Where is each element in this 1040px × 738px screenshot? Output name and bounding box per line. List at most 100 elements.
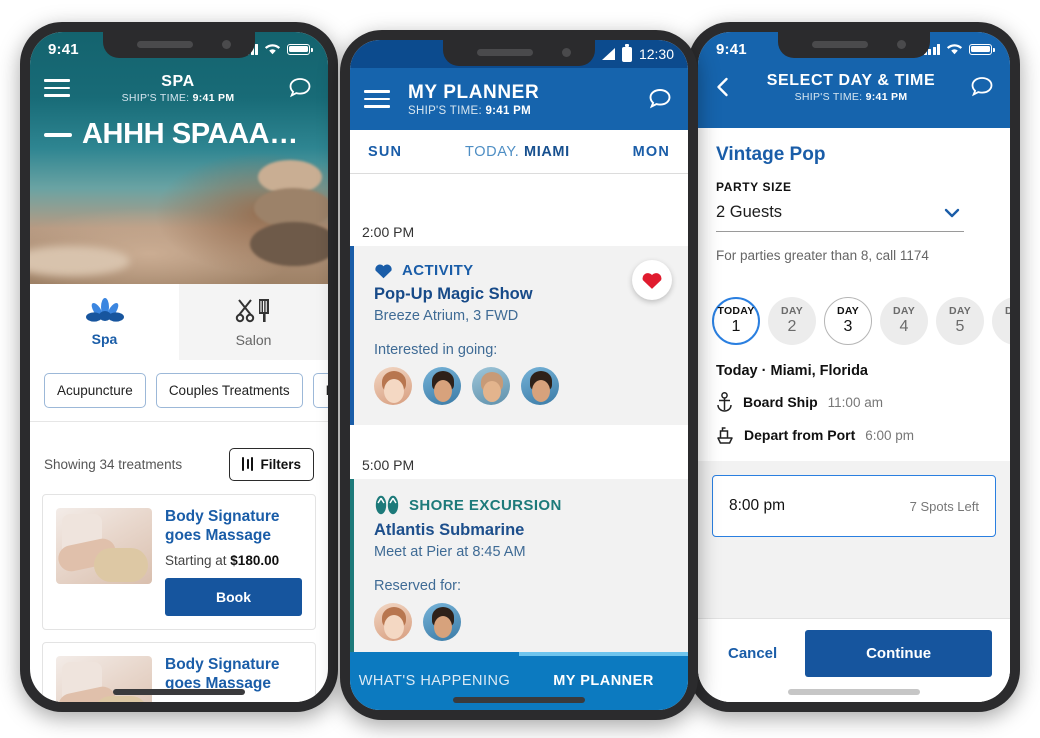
timeline-slot-time: 5:00 PM bbox=[362, 457, 415, 473]
planner-event-card[interactable]: ACTIVITY Pop-Up Magic Show Breeze Atrium… bbox=[350, 246, 688, 425]
cancel-button[interactable]: Cancel bbox=[716, 645, 789, 662]
planner-timeline[interactable]: 2:00 PM ACTIVITY Pop-Up Magic Show Breez… bbox=[350, 218, 688, 652]
chip-acupuncture[interactable]: Acupuncture bbox=[44, 373, 146, 408]
day-next[interactable]: MON bbox=[633, 144, 670, 160]
day-current-prefix: TODAY. bbox=[465, 143, 525, 160]
party-size-label: PARTY SIZE bbox=[716, 180, 792, 194]
timeline-gap bbox=[350, 425, 688, 451]
avatar[interactable] bbox=[472, 367, 510, 405]
hero-headline: AHHH SPAAA… bbox=[82, 118, 298, 150]
day-current-port: MIAMI bbox=[524, 143, 570, 160]
ships-time-label: SHIP'S TIME: bbox=[121, 91, 193, 104]
front-camera bbox=[562, 48, 571, 57]
planner-app-bar-inner: MY PLANNER SHIP'S TIME: 9:41 PM bbox=[350, 68, 688, 130]
avatar[interactable] bbox=[423, 367, 461, 405]
event-title: Atlantis Submarine bbox=[374, 521, 525, 539]
heart-filled-icon bbox=[642, 273, 662, 289]
earpiece-speaker bbox=[812, 41, 868, 48]
chat-bubble-icon[interactable] bbox=[286, 74, 314, 102]
day-chip-1[interactable]: TODAY 1 bbox=[712, 297, 760, 345]
book-button[interactable]: Book bbox=[165, 577, 302, 616]
day-chip-number: 5 bbox=[955, 317, 965, 335]
favorite-button[interactable] bbox=[632, 260, 672, 300]
port-row-time: 6:00 pm bbox=[865, 427, 915, 443]
sliders-icon bbox=[241, 457, 254, 471]
avatar[interactable] bbox=[374, 367, 412, 405]
party-size-note: For parties greater than 8, call 1174 bbox=[716, 248, 929, 263]
event-avatars bbox=[374, 603, 670, 641]
spa-salon-tabs: Spa Salon bbox=[30, 284, 328, 360]
day-chip-6[interactable]: DAY 6 bbox=[992, 297, 1010, 345]
ships-time-value: 9:41 PM bbox=[485, 104, 532, 117]
day-chip-4[interactable]: DAY 4 bbox=[880, 297, 928, 345]
treatment-card[interactable]: Body Signature goes Massage Starting at … bbox=[42, 494, 316, 630]
anchor-icon bbox=[717, 392, 732, 412]
spa-screen: 9:41 SPA SHIP'S TIME: 9:41 PM AHHH SPAAA… bbox=[30, 32, 328, 702]
home-indicator[interactable] bbox=[453, 697, 585, 703]
day-chip-2[interactable]: DAY 2 bbox=[768, 297, 816, 345]
day-prev[interactable]: SUN bbox=[368, 144, 402, 160]
status-time: 12:30 bbox=[638, 46, 674, 62]
day-chip-number: 3 bbox=[843, 317, 853, 335]
chat-bubble-icon[interactable] bbox=[646, 85, 674, 113]
chat-bubble-icon[interactable] bbox=[968, 73, 996, 101]
hamburger-icon[interactable] bbox=[44, 79, 70, 97]
party-size-section: Vintage Pop PARTY SIZE 2 Guests For part… bbox=[698, 128, 1010, 281]
tab-spa[interactable]: Spa bbox=[30, 284, 179, 360]
flip-flops-icon bbox=[375, 495, 399, 515]
party-size-select[interactable]: 2 Guests bbox=[716, 199, 965, 232]
home-indicator[interactable] bbox=[113, 689, 245, 695]
phone-notch bbox=[778, 32, 930, 58]
day-chip-5[interactable]: DAY 5 bbox=[936, 297, 984, 345]
three-phone-mockup: 9:41 SPA SHIP'S TIME: 9:41 PM AHHH SPAAA… bbox=[0, 0, 1040, 738]
avatar[interactable] bbox=[374, 603, 412, 641]
daytime-app-bar-inner: SELECT DAY & TIME SHIP'S TIME: 9:41 PM bbox=[698, 62, 1010, 112]
avatar[interactable] bbox=[521, 367, 559, 405]
phone-select-day-time: 9:41 SELECT DAY & TIME SHIP'S TIME: 9:41… bbox=[688, 22, 1020, 712]
chevron-left-icon[interactable] bbox=[712, 76, 734, 98]
status-time: 9:41 bbox=[716, 40, 747, 58]
select-day-time-screen: 9:41 SELECT DAY & TIME SHIP'S TIME: 9:41… bbox=[698, 32, 1010, 702]
time-slot-card[interactable]: 8:00 pm 7 Spots Left bbox=[712, 475, 996, 537]
lotus-icon bbox=[85, 297, 124, 322]
heart-icon bbox=[375, 264, 392, 279]
ship-icon bbox=[717, 427, 733, 444]
phone-notch bbox=[443, 40, 595, 66]
filters-button[interactable]: Filters bbox=[228, 447, 314, 481]
port-info-section: Today · Miami, Florida Board Ship 11:00 … bbox=[698, 359, 1010, 461]
avatar[interactable] bbox=[423, 603, 461, 641]
hero-dash bbox=[44, 132, 72, 137]
chevron-down-icon bbox=[945, 208, 960, 217]
tab-salon[interactable]: Salon bbox=[179, 284, 328, 360]
event-kind: SHORE EXCURSION bbox=[374, 495, 670, 515]
home-indicator[interactable] bbox=[788, 689, 920, 695]
event-kind-label: SHORE EXCURSION bbox=[409, 496, 562, 514]
ships-time-label: SHIP'S TIME: bbox=[408, 104, 486, 117]
day-chip-word: DAY bbox=[892, 305, 916, 318]
event-location: Meet at Pier at 8:45 AM bbox=[374, 544, 526, 560]
day-chip-3[interactable]: DAY 3 bbox=[824, 297, 872, 345]
cell-signal-icon bbox=[601, 48, 615, 60]
spa-app-bar: SPA SHIP'S TIME: 9:41 PM bbox=[30, 64, 328, 112]
planner-event-card[interactable]: SHORE EXCURSION Atlantis Submarine Meet … bbox=[350, 479, 688, 652]
hamburger-icon[interactable] bbox=[364, 90, 390, 108]
tab-salon-label: Salon bbox=[235, 331, 272, 348]
chip-facials[interactable]: Fa bbox=[312, 373, 328, 408]
daytime-body: Vintage Pop PARTY SIZE 2 Guests For part… bbox=[698, 128, 1010, 702]
status-icons bbox=[923, 43, 995, 55]
day-chip-word: DAY bbox=[780, 305, 804, 318]
continue-button[interactable]: Continue bbox=[805, 630, 992, 677]
scissors-comb-icon bbox=[235, 298, 269, 322]
day-chip-number: 1 bbox=[731, 317, 741, 335]
chip-couples-treatments[interactable]: Couples Treatments bbox=[155, 373, 303, 408]
spa-hero-title-row: AHHH SPAAA… bbox=[30, 118, 328, 151]
port-row-label: Board Ship bbox=[743, 394, 818, 410]
event-avatars bbox=[374, 367, 670, 405]
treatment-category-chips: Acupuncture Couples Treatments Fa bbox=[30, 360, 328, 422]
spa-hero-image: 9:41 SPA SHIP'S TIME: 9:41 PM AHHH SPAAA… bbox=[30, 32, 328, 284]
planner-day-nav: SUN TODAY. MIAMI MON bbox=[350, 130, 688, 174]
event-people-label: Interested in going: bbox=[374, 342, 498, 358]
wifi-icon bbox=[264, 44, 281, 55]
time-slot-availability: 7 Spots Left bbox=[909, 498, 979, 514]
timeline-slot-time: 2:00 PM bbox=[362, 224, 415, 240]
